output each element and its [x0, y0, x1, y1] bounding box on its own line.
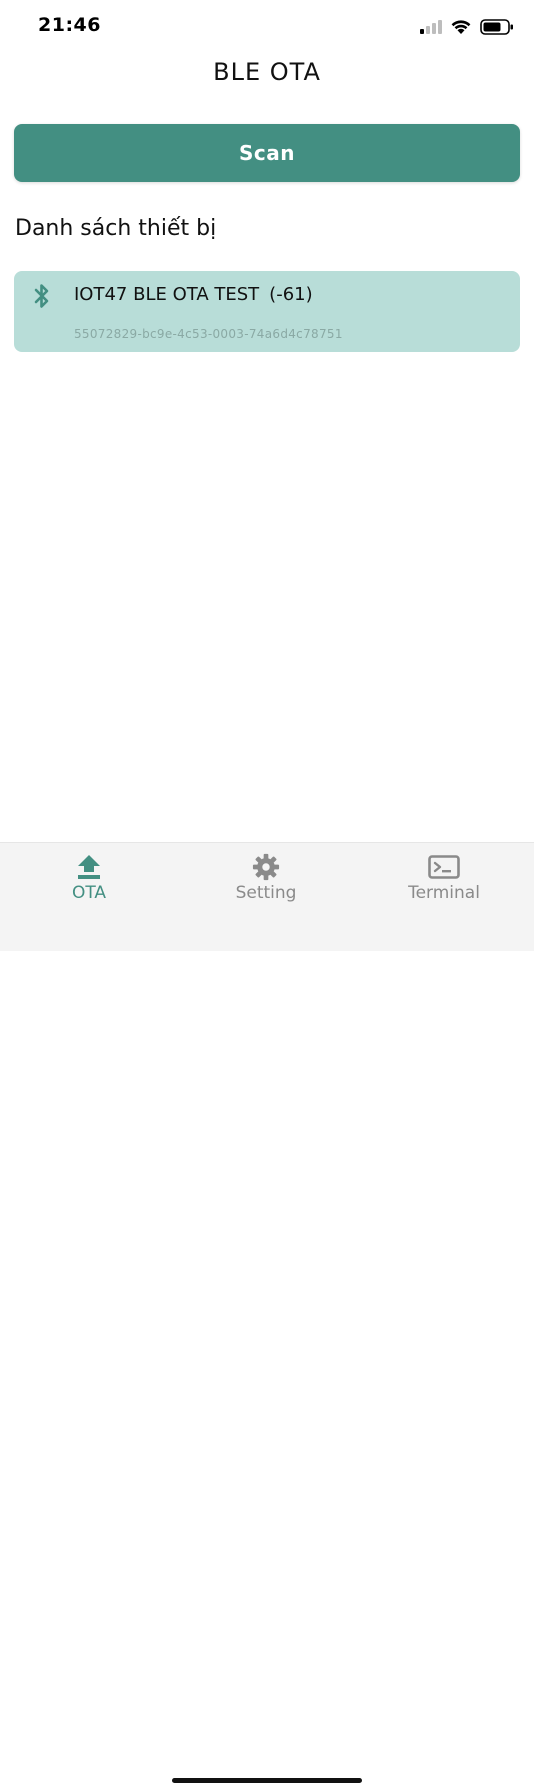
upload-icon — [78, 855, 100, 879]
status-bar: 21:46 — [0, 0, 534, 54]
bluetooth-icon — [34, 284, 49, 308]
home-indicator[interactable] — [172, 1778, 362, 1783]
device-rssi: (-61) — [269, 284, 313, 305]
device-list: IOT47 BLE OTA TEST (-61) 55072829-bc9e-4c… — [14, 271, 520, 352]
device-name-row: IOT47 BLE OTA TEST (-61) — [74, 284, 313, 305]
device-item[interactable]: IOT47 BLE OTA TEST (-61) 55072829-bc9e-4c… — [14, 271, 520, 352]
gear-icon — [252, 853, 280, 881]
device-name: IOT47 BLE OTA TEST — [74, 284, 260, 305]
wifi-icon — [451, 20, 471, 34]
device-uuid: 55072829-bc9e-4c53-0003-74a6d4c78751 — [74, 327, 343, 341]
tab-bar: OTA Setting Terminal — [0, 842, 534, 1783]
device-list-title: Danh sách thiết bị — [15, 216, 217, 241]
status-time: 21:46 — [38, 14, 101, 36]
tab-terminal-label: Terminal — [408, 883, 480, 903]
tab-setting[interactable]: Setting — [191, 853, 341, 913]
status-icons — [420, 18, 514, 36]
signal-icon — [420, 20, 442, 34]
scan-button[interactable]: Scan — [14, 124, 520, 182]
tab-ota[interactable]: OTA — [14, 853, 164, 913]
tab-ota-label: OTA — [71, 883, 107, 903]
tab-setting-label: Setting — [235, 883, 297, 903]
battery-icon — [480, 19, 513, 35]
terminal-icon — [428, 855, 460, 879]
page-title: BLE OTA — [213, 58, 321, 86]
tab-terminal[interactable]: Terminal — [369, 853, 519, 913]
